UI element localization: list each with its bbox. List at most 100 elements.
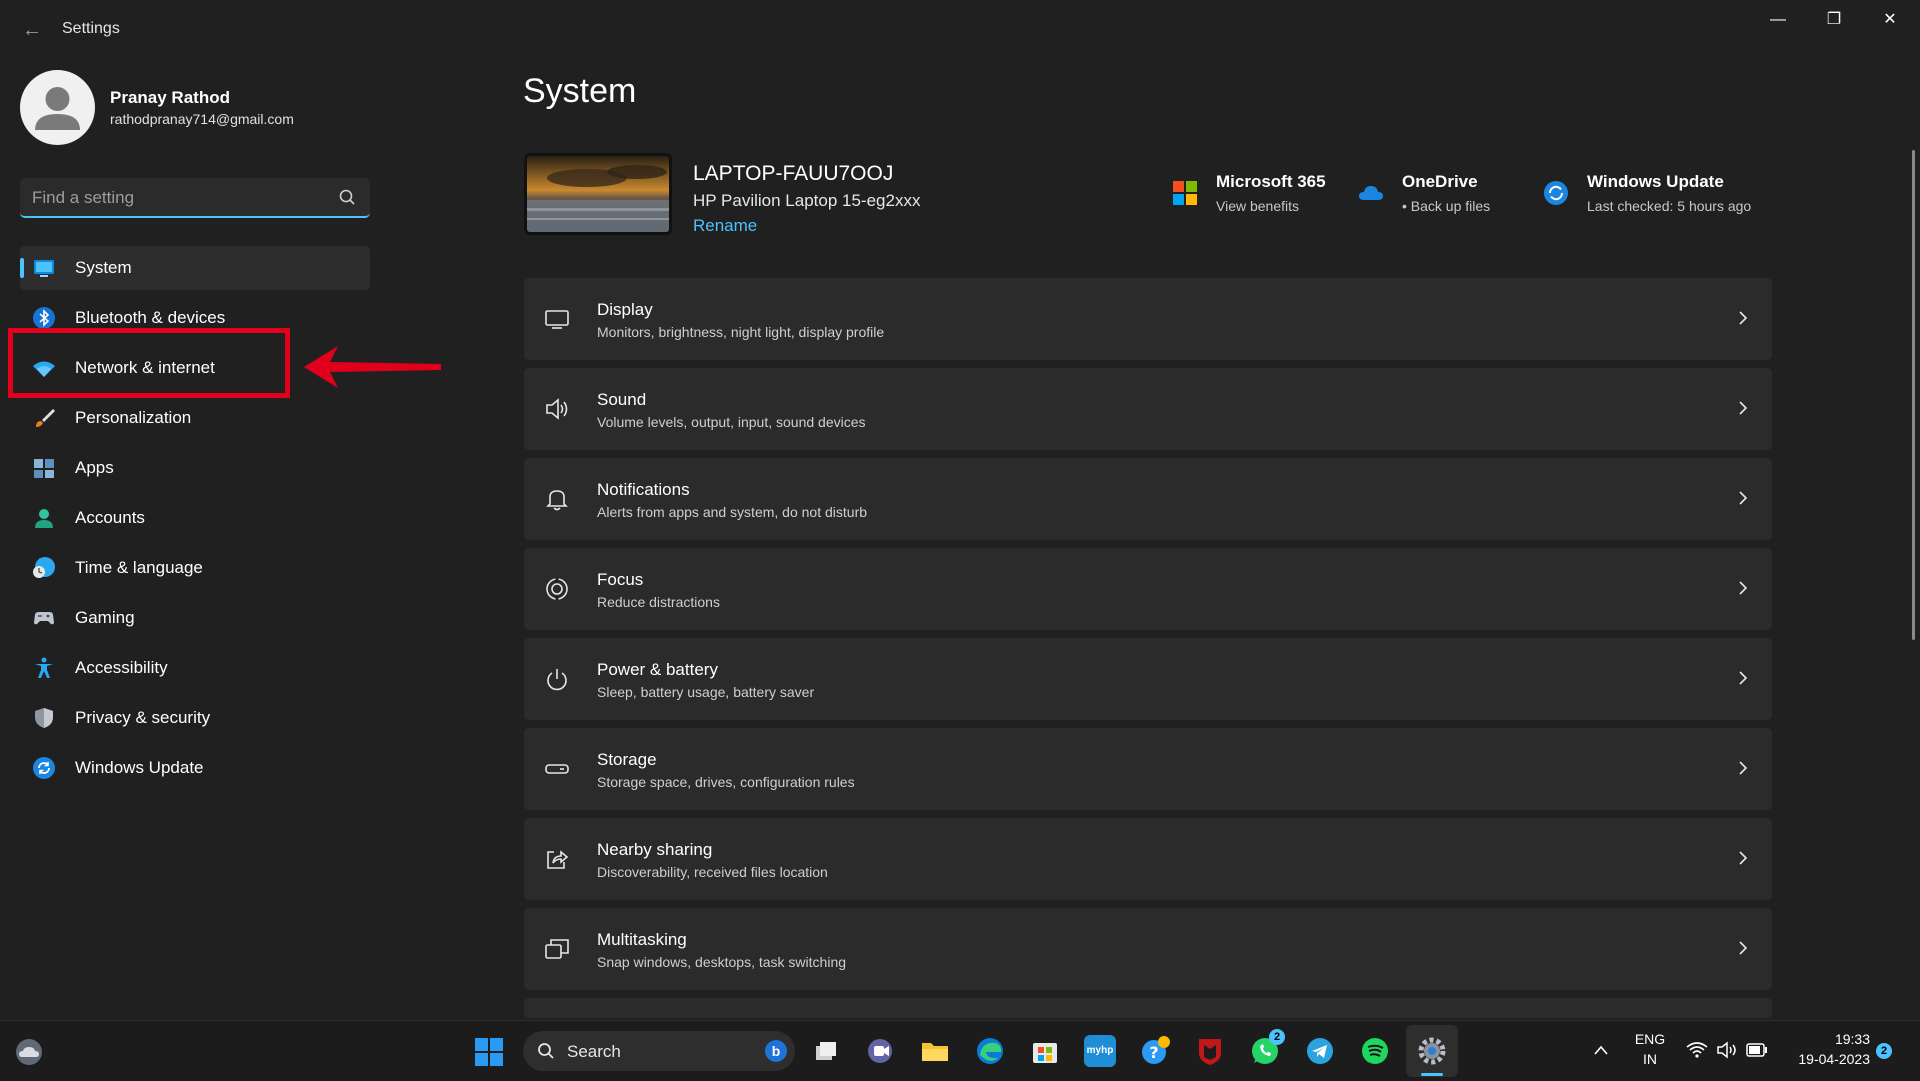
myhp-icon[interactable]: myhp [1084, 1035, 1116, 1067]
sidebar-item-windows-update[interactable]: Windows Update [20, 746, 370, 790]
update-icon [1544, 181, 1568, 205]
settings-card-nearby-sharing[interactable]: Nearby sharing Discoverability, received… [524, 818, 1772, 900]
edge-glyph [977, 1038, 1003, 1064]
arrow-left-icon [304, 346, 441, 388]
settings-card-display[interactable]: Display Monitors, brightness, night ligh… [524, 278, 1772, 360]
app-title: Settings [62, 20, 120, 37]
card-title: Display [597, 300, 653, 319]
windows-start-icon[interactable] [474, 1037, 504, 1067]
sidebar-item-label: Privacy & security [75, 708, 211, 727]
spotify-icon[interactable] [1359, 1035, 1391, 1067]
wifi-icon[interactable] [1686, 1041, 1708, 1059]
taskbar-search[interactable]: Search b [523, 1031, 795, 1071]
quick-link-title: OneDrive [1402, 172, 1478, 191]
close-button[interactable]: ✕ [1870, 8, 1910, 32]
settings-card-power-battery[interactable]: Power & battery Sleep, battery usage, ba… [524, 638, 1772, 720]
quick-link-subtitle: Last checked: 5 hours ago [1587, 198, 1752, 214]
whatsapp-badge: 2 [1269, 1029, 1285, 1045]
settings-search[interactable] [20, 178, 370, 218]
gamepad-icon [34, 612, 54, 625]
bing-icon[interactable]: b [765, 1040, 787, 1062]
weather-icon[interactable] [14, 1037, 44, 1067]
card-subtitle: Reduce distractions [597, 594, 720, 610]
file-explorer-icon[interactable] [919, 1035, 951, 1067]
back-arrow-icon[interactable]: ← [18, 16, 46, 44]
monitor-icon [545, 310, 569, 329]
card-subtitle: Discoverability, received files location [597, 864, 828, 880]
card-title: Multitasking [597, 930, 687, 949]
card-title: Focus [597, 570, 644, 589]
battery-icon[interactable] [1746, 1043, 1768, 1057]
store-glyph [1033, 1043, 1057, 1063]
taskbar-search-label: Search [567, 1042, 621, 1061]
quick-link-title: Microsoft 365 [1216, 172, 1326, 191]
restore-button[interactable]: ❐ [1814, 8, 1854, 32]
language-region[interactable]: IN [1630, 1051, 1670, 1067]
sidebar-item-personalization[interactable]: Personalization [20, 396, 370, 440]
telegram-icon[interactable] [1304, 1035, 1336, 1067]
sidebar-item-label: System [75, 258, 132, 277]
sidebar-item-gaming[interactable]: Gaming [20, 596, 370, 640]
search-icon [538, 1043, 554, 1059]
language-code[interactable]: ENG [1630, 1031, 1670, 1047]
svg-text:?: ? [1149, 1043, 1158, 1062]
card-subtitle: Storage space, drives, configuration rul… [597, 774, 855, 790]
active-app-indicator [1421, 1073, 1443, 1076]
settings-card-notifications[interactable]: Notifications Alerts from apps and syste… [524, 458, 1772, 540]
chevron-right-icon [1739, 491, 1748, 505]
device-wallpaper-thumbnail[interactable] [524, 153, 672, 235]
settings-card-focus[interactable]: Focus Reduce distractions [524, 548, 1772, 630]
sidebar-item-system[interactable]: System [20, 246, 370, 290]
notification-badge[interactable]: 2 [1876, 1043, 1892, 1059]
microsoft-logo-icon [1173, 181, 1197, 205]
teams-chat-icon[interactable] [864, 1035, 896, 1067]
power-icon [547, 669, 567, 691]
search-input[interactable] [30, 184, 324, 212]
sidebar-item-label: Bluetooth & devices [75, 308, 226, 327]
mcafee-icon[interactable] [1194, 1035, 1226, 1067]
task-view-icon[interactable] [810, 1035, 842, 1067]
clock-globe-icon [33, 557, 55, 578]
clock-time[interactable]: 19:33 [1780, 1031, 1870, 1047]
person-icon [35, 87, 80, 130]
card-subtitle: Monitors, brightness, night light, displ… [597, 324, 885, 340]
settings-card-partial[interactable] [524, 998, 1772, 1018]
clock-date[interactable]: 19-04-2023 [1780, 1051, 1870, 1067]
settings-list: Display Monitors, brightness, night ligh… [524, 278, 1772, 1026]
search-icon[interactable] [338, 188, 356, 206]
cloud-icon [1359, 186, 1383, 200]
avatar[interactable] [20, 70, 95, 145]
microsoft-store-icon[interactable] [1029, 1035, 1061, 1067]
settings-card-storage[interactable]: Storage Storage space, drives, configura… [524, 728, 1772, 810]
minimize-button[interactable]: — [1758, 8, 1798, 32]
device-name: LAPTOP-FAUU7OOJ [693, 162, 894, 185]
get-help-icon[interactable]: ? [1139, 1035, 1171, 1067]
sidebar-item-accessibility[interactable]: Accessibility [20, 646, 370, 690]
sidebar-item-apps[interactable]: Apps [20, 446, 370, 490]
folder-glyph [922, 1043, 948, 1061]
settings-app-icon[interactable] [1416, 1035, 1448, 1067]
spotify-glyph [1362, 1038, 1388, 1064]
card-subtitle: Sleep, battery usage, battery saver [597, 684, 815, 700]
settings-card-sound[interactable]: Sound Volume levels, output, input, soun… [524, 368, 1772, 450]
chevron-right-icon [1739, 671, 1748, 685]
sidebar-item-time-language[interactable]: Time & language [20, 546, 370, 590]
scrollbar[interactable] [1912, 150, 1915, 640]
chevron-right-icon [1739, 581, 1748, 595]
card-subtitle: Volume levels, output, input, sound devi… [597, 414, 866, 430]
sidebar-item-label: Windows Update [75, 758, 204, 777]
chevron-right-icon [1739, 851, 1748, 865]
chevron-up-icon[interactable] [1592, 1043, 1610, 1057]
sidebar-item-privacy[interactable]: Privacy & security [20, 696, 370, 740]
volume-icon[interactable] [1716, 1040, 1738, 1060]
share-icon [547, 850, 569, 869]
shield-icon [35, 708, 53, 728]
focus-icon [546, 578, 568, 600]
mcafee-glyph [1199, 1039, 1221, 1065]
device-model: HP Pavilion Laptop 15-eg2xxx [693, 191, 921, 210]
rename-link[interactable]: Rename [693, 216, 757, 236]
sidebar-item-accounts[interactable]: Accounts [20, 496, 370, 540]
edge-browser-icon[interactable] [974, 1035, 1006, 1067]
settings-card-multitasking[interactable]: Multitasking Snap windows, desktops, tas… [524, 908, 1772, 990]
quick-link-title: Windows Update [1587, 172, 1724, 191]
